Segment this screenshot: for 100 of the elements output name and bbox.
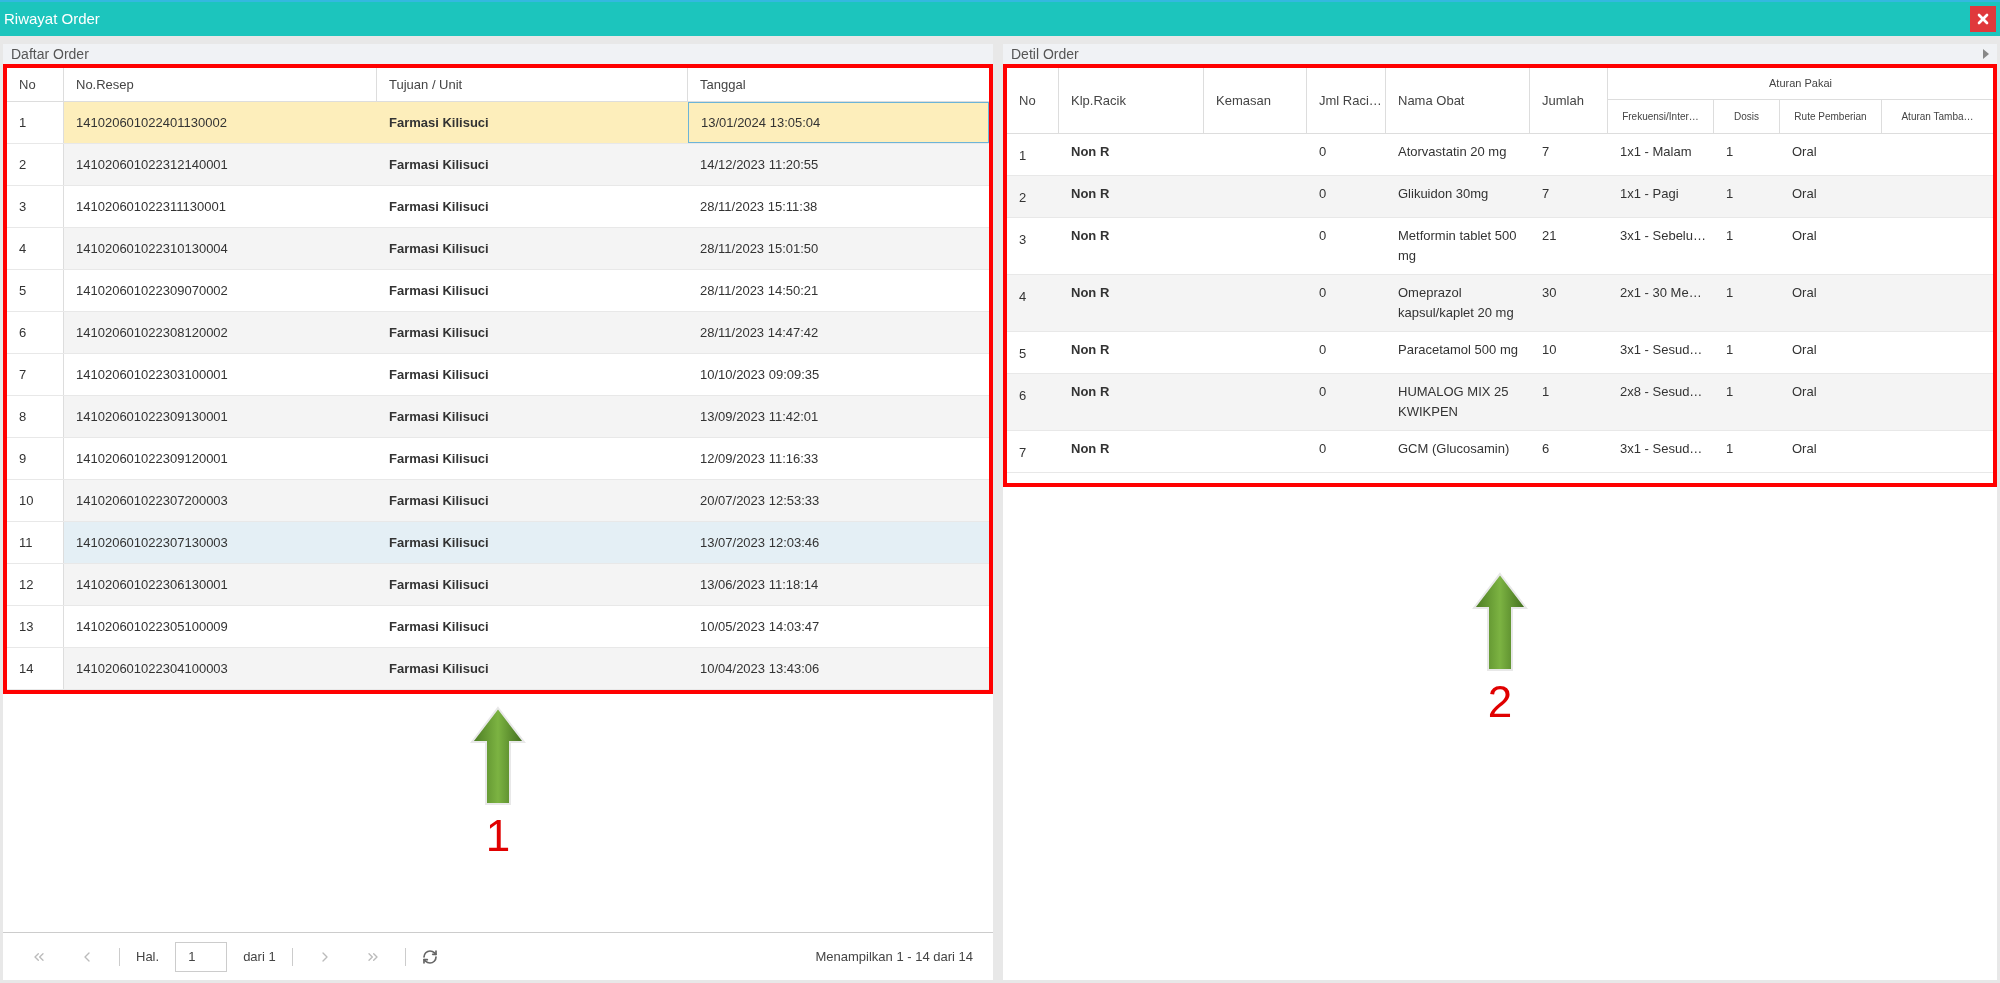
page-total: dari 1 <box>243 947 276 966</box>
order-row[interactable]: 11 141020601022307130003 Farmasi Kilisuci 13/07/2023 12:03:46 <box>7 522 989 564</box>
order-row[interactable]: 8 141020601022309130001 Farmasi Kilisuci 13/09/2023 11:42:01 <box>7 396 989 438</box>
table-cell: Oral <box>1792 144 1817 159</box>
column-header[interactable]: Frekuensi/Inter… <box>1622 109 1699 124</box>
medicine-row[interactable]: 2 Non R 0 Glikuidon 30mg 7 1x1 - Pagi 1 Oral <box>1007 176 1993 218</box>
table-cell: 1 <box>1726 228 1734 243</box>
table-cell-text: 1 <box>19 113 27 132</box>
order-row[interactable]: 14 141020601022304100003 Farmasi Kilisuci 10/04/2023 13:43:06 <box>7 648 989 690</box>
table-cell-text: 5 <box>19 281 27 300</box>
table-cell: 0 <box>1319 228 1327 243</box>
table-cell: Non R <box>1071 228 1110 243</box>
table-cell: Metformin tablet 500 mg <box>1398 228 1517 263</box>
column-header[interactable]: No <box>1019 90 1036 111</box>
table-cell-text: Farmasi Kilisuci <box>389 281 489 300</box>
table-cell: Non R <box>1071 441 1110 456</box>
order-row[interactable]: 12 141020601022306130001 Farmasi Kilisuci 13/06/2023 11:18:14 <box>7 564 989 606</box>
table-cell: 0 <box>1319 441 1327 456</box>
table-cell: Atorvastatin 20 mg <box>1398 144 1507 159</box>
column-header[interactable]: Tanggal <box>700 74 746 95</box>
table-cell-text: 12/09/2023 11:16:33 <box>700 449 819 468</box>
callout-number: 1 <box>485 814 511 858</box>
table-cell: 6 <box>1019 388 1027 403</box>
table-cell: 1x1 - Pagi <box>1620 186 1679 201</box>
column-header[interactable]: No <box>19 74 36 95</box>
table-cell-text: 28/11/2023 15:01:50 <box>700 239 819 258</box>
table-cell-text: 14/12/2023 11:20:55 <box>700 155 819 174</box>
table-cell: Oral <box>1792 441 1817 456</box>
order-row[interactable]: 3 141020601022311130001 Farmasi Kilisuci 28/11/2023 15:11:38 <box>7 186 989 228</box>
page-label: Hal. <box>136 947 160 966</box>
panel-title: Daftar Order <box>11 44 89 64</box>
table-cell: 3x1 - Sesud… <box>1620 441 1703 456</box>
table-cell: 6 <box>1542 441 1550 456</box>
callout-number: 2 <box>1487 680 1513 724</box>
table-cell-text: 13/06/2023 11:18:14 <box>700 575 819 594</box>
refresh-icon <box>421 948 438 965</box>
column-header[interactable]: Jumlah <box>1542 90 1584 111</box>
order-row[interactable]: 13 141020601022305100009 Farmasi Kilisuci 10/05/2023 14:03:47 <box>7 606 989 648</box>
column-header[interactable]: Nama Obat <box>1398 90 1465 111</box>
order-row[interactable]: 10 141020601022307200003 Farmasi Kilisuci 20/07/2023 12:53:33 <box>7 480 989 522</box>
table-cell-text: Farmasi Kilisuci <box>389 449 489 468</box>
table-cell-text: 141020601022303100001 <box>76 365 228 384</box>
order-row[interactable]: 6 141020601022308120002 Farmasi Kilisuci 28/11/2023 14:47:42 <box>7 312 989 354</box>
window-title: Riwayat Order <box>4 8 100 29</box>
order-row[interactable]: 2 141020601022312140001 Farmasi Kilisuci 14/12/2023 11:20:55 <box>7 144 989 186</box>
column-header[interactable]: Rute Pemberian <box>1794 109 1867 124</box>
column-header[interactable]: Dosis <box>1734 109 1759 124</box>
table-cell-text: 11 <box>19 533 33 552</box>
table-cell-text: 141020601022305100009 <box>76 617 228 636</box>
column-header[interactable]: Klp.Racik <box>1071 90 1126 111</box>
table-cell: 1 <box>1726 342 1734 357</box>
close-button[interactable] <box>1970 6 1996 32</box>
order-row[interactable]: 1 141020601022401130002 Farmasi Kilisuci 13/01/2024 13:05:04 <box>7 102 989 144</box>
table-cell: 4 <box>1019 289 1027 304</box>
table-cell: 7 <box>1019 445 1027 460</box>
table-cell: 1 <box>1542 384 1550 399</box>
column-group-header: Aturan Pakai <box>1769 76 1832 92</box>
table-cell-text: 141020601022309120001 <box>76 449 228 468</box>
column-header[interactable]: Tujuan / Unit <box>389 74 463 95</box>
table-cell-text: 141020601022309070002 <box>76 281 228 300</box>
table-cell: 2x1 - 30 Me… <box>1620 285 1702 300</box>
column-header[interactable]: No.Resep <box>76 74 134 95</box>
medicine-row[interactable]: 4 Non R 0 Omeprazol kapsul/kaplet 20 mg 30 2x1 - 30 Me… 1 Oral <box>1007 275 1993 332</box>
order-row[interactable]: 5 141020601022309070002 Farmasi Kilisuci 28/11/2023 14:50:21 <box>7 270 989 312</box>
table-cell-text: 141020601022311130001 <box>76 197 226 216</box>
table-cell-text: 141020601022307130003 <box>76 533 228 552</box>
table-cell: 3x1 - Sebelu… <box>1620 228 1706 243</box>
table-cell: Oral <box>1792 186 1817 201</box>
refresh-button[interactable] <box>421 948 438 965</box>
table-cell-text: 6 <box>19 323 27 342</box>
table-cell: 10 <box>1542 342 1557 357</box>
record-summary: Menampilkan 1 - 14 dari 14 <box>815 947 973 966</box>
page-input[interactable]: 1 <box>175 941 228 972</box>
table-cell-text: 4 <box>19 239 27 258</box>
table-cell-text: Farmasi Kilisuci <box>389 155 489 174</box>
table-cell: 1 <box>1019 148 1027 163</box>
table-cell: 0 <box>1319 186 1327 201</box>
table-cell: 3 <box>1019 232 1027 247</box>
table-cell-text: 13/01/2024 13:05:04 <box>701 113 821 132</box>
table-cell: 0 <box>1319 384 1327 399</box>
column-header[interactable]: Aturan Tamba… <box>1901 109 1974 124</box>
table-cell: Non R <box>1071 342 1110 357</box>
table-cell-text: 10/04/2023 13:43:06 <box>700 659 820 678</box>
table-cell-text: 3 <box>19 197 27 216</box>
table-cell-text: 14 <box>19 659 34 678</box>
table-cell-text: 141020601022309130001 <box>76 407 228 426</box>
order-row[interactable]: 7 141020601022303100001 Farmasi Kilisuci 10/10/2023 09:09:35 <box>7 354 989 396</box>
collapse-icon[interactable] <box>1983 49 1989 59</box>
table-cell-text: 9 <box>19 449 27 468</box>
table-cell-text: Farmasi Kilisuci <box>389 659 489 678</box>
medicine-row[interactable]: 6 Non R 0 HUMALOG MIX 25 KWIKPEN 1 2x8 - Sesud… 1 Oral <box>1007 374 1993 431</box>
column-header[interactable]: Kemasan <box>1216 90 1271 111</box>
table-cell-text: Farmasi Kilisuci <box>389 491 489 510</box>
column-header[interactable]: Jml Raci… <box>1319 90 1382 111</box>
order-row[interactable]: 9 141020601022309120001 Farmasi Kilisuci 12/09/2023 11:16:33 <box>7 438 989 480</box>
order-row[interactable]: 4 141020601022310130004 Farmasi Kilisuci 28/11/2023 15:01:50 <box>7 228 989 270</box>
table-cell: Oral <box>1792 285 1817 300</box>
table-cell: Omeprazol kapsul/kaplet 20 mg <box>1398 285 1514 320</box>
table-cell: 3x1 - Sesud… <box>1620 342 1703 357</box>
table-cell: 5 <box>1019 346 1027 361</box>
